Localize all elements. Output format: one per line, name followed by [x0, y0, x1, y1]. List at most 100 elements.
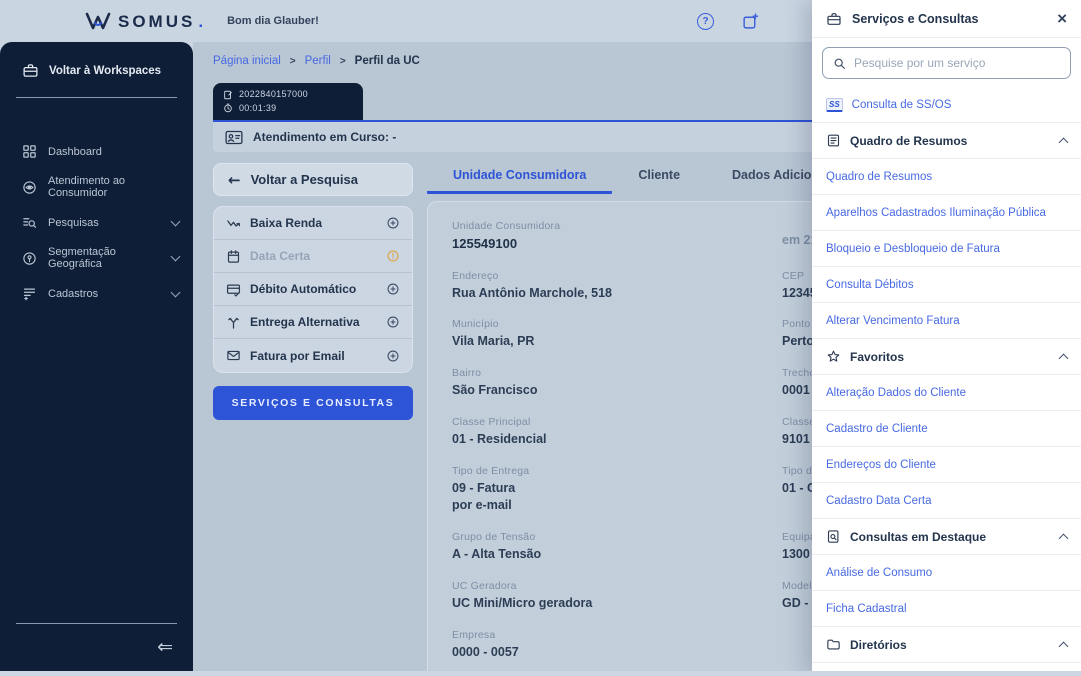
protocol-doc-icon	[223, 90, 233, 100]
new-window-icon[interactable]	[742, 13, 759, 30]
tab-cliente[interactable]: Cliente	[612, 163, 706, 191]
breadcrumb-home[interactable]: Página inicial	[213, 55, 281, 67]
branch-icon	[226, 315, 241, 330]
drawer-link[interactable]: Cadastro Data Certa	[812, 483, 1081, 519]
drawer-link-label: Alterar Vencimento Fatura	[826, 315, 960, 327]
drawer-link[interactable]: Cadastro de Cliente	[812, 411, 1081, 447]
sidebar: Voltar à Workspaces Dashboard Atendiment…	[0, 42, 193, 671]
drawer-link[interactable]: Alterar Vencimento Fatura	[812, 303, 1081, 339]
drawer-link-label: Alteração Dados do Cliente	[826, 387, 966, 399]
protocol-number: 2022840157000	[239, 88, 308, 102]
quick-action-data-certa[interactable]: Data Certa	[214, 240, 412, 273]
field-bairro: Bairro São Francisco	[452, 367, 752, 399]
plus-circle-icon[interactable]	[386, 282, 400, 296]
drawer-section-consultas-destaque[interactable]: Consultas em Destaque	[812, 519, 1081, 555]
drawer-link-label: Quadro de Resumos	[826, 171, 932, 183]
field-value: Rua Antônio Marchole, 518	[452, 285, 752, 302]
field-tipo-entrega: Tipo de Entrega 09 - Fatura por e-mail	[452, 465, 752, 514]
sidebar-item-workspaces[interactable]: Voltar à Workspaces	[0, 42, 193, 95]
sidebar-nav: Dashboard Atendimento ao Consumidor Pesq…	[0, 136, 193, 309]
field-label: Classe Principal	[452, 416, 752, 428]
chevron-up-icon	[1059, 138, 1069, 148]
breadcrumb-separator-icon: >	[290, 56, 296, 67]
drawer-link[interactable]: Análise de Consumo	[812, 555, 1081, 591]
help-circle-icon[interactable]: ?	[697, 13, 714, 30]
drawer-link[interactable]: Consulta Débitos	[812, 267, 1081, 303]
plus-circle-icon[interactable]	[386, 315, 400, 329]
trend-line-icon	[226, 216, 241, 231]
quick-action-debito-automatico[interactable]: Débito Automático	[214, 273, 412, 306]
sidebar-divider	[16, 97, 177, 98]
chevron-down-icon	[171, 216, 181, 226]
field-classe-principal: Classe Principal 01 - Residencial	[452, 416, 752, 448]
field-value: UC Mini/Micro geradora	[452, 595, 752, 612]
briefcase-icon	[826, 11, 842, 27]
quick-action-fatura-email[interactable]: Fatura por Email	[214, 339, 412, 372]
sidebar-item-label: Segmentação Geográfica	[48, 246, 161, 270]
quick-actions-card: Baixa Renda Data Certa	[213, 206, 413, 373]
timer-clock-icon	[223, 103, 233, 113]
field-value: A - Alta Tensão	[452, 546, 752, 563]
registrations-icon	[22, 286, 37, 301]
drawer-link-label: Análise de Consumo	[826, 567, 932, 579]
quick-action-label: Débito Automático	[250, 282, 377, 296]
field-municipio: Município Vila Maria, PR	[452, 318, 752, 350]
sidebar-item-cadastros[interactable]: Cadastros	[0, 278, 193, 309]
sidebar-item-dashboard[interactable]: Dashboard	[0, 136, 193, 167]
drawer-search	[812, 38, 1081, 87]
topbar-actions: ?	[697, 0, 759, 42]
drawer-section-favoritos[interactable]: Favoritos	[812, 339, 1081, 375]
back-to-search-button[interactable]: ← Voltar a Pesquisa	[213, 163, 413, 196]
drawer-title: Serviços e Consultas	[852, 12, 1047, 26]
field-grupo-tensao: Grupo de Tensão A - Alta Tensão	[452, 531, 752, 563]
chevron-down-icon	[171, 287, 181, 297]
sidebar-item-label: Pesquisas	[48, 217, 161, 229]
search-list-icon	[22, 215, 37, 230]
field-label: Tipo de Entrega	[452, 465, 752, 477]
sidebar-item-label: Atendimento ao Consumidor	[48, 175, 179, 199]
protocol-timer: 00:01:39	[239, 102, 276, 116]
field-value: 125549100	[452, 235, 752, 253]
drawer-link[interactable]: Alteração Dados do Cliente	[812, 375, 1081, 411]
search-box[interactable]	[822, 47, 1071, 79]
drawer-section-diretorios[interactable]: Diretórios	[812, 627, 1081, 663]
quick-action-entrega-alternativa[interactable]: Entrega Alternativa	[214, 306, 412, 339]
sidebar-item-segmentacao[interactable]: Segmentação Geográfica	[0, 238, 193, 278]
left-arrow-icon: ←	[228, 171, 241, 189]
drawer-section-quadro-de-resumos[interactable]: Quadro de Resumos	[812, 123, 1081, 159]
warning-circle-icon[interactable]	[386, 249, 400, 263]
plus-circle-icon[interactable]	[386, 216, 400, 230]
protocol-chip[interactable]: 2022840157000 00:01:39	[213, 83, 363, 120]
drawer-link-label: Bloqueio e Desbloqueio de Fatura	[826, 243, 1000, 255]
drawer-link[interactable]: Bloqueio e Desbloqueio de Fatura	[812, 231, 1081, 267]
card-icon	[226, 282, 241, 297]
tab-unidade-consumidora[interactable]: Unidade Consumidora	[427, 163, 612, 194]
services-consultas-button[interactable]: SERVIÇOS E CONSULTAS	[213, 386, 413, 420]
quick-action-baixa-renda[interactable]: Baixa Renda	[214, 207, 412, 240]
drawer-link[interactable]: Aparelhos Cadastrados Iluminação Pública	[812, 195, 1081, 231]
folder-icon	[826, 637, 841, 652]
quick-action-label: Entrega Alternativa	[250, 315, 377, 329]
drawer-link-label: Ficha Cadastral	[826, 603, 907, 615]
field-label: Bairro	[452, 367, 752, 379]
dashboard-grid-icon	[22, 144, 37, 159]
quick-action-label: Fatura por Email	[250, 349, 377, 363]
geo-segmentation-icon	[22, 251, 37, 266]
drawer-link-consulta-ss-os[interactable]: SS Consulta de SS/OS	[812, 87, 1081, 123]
drawer-link[interactable]: Endereços do Cliente	[812, 447, 1081, 483]
service-search-input[interactable]	[854, 56, 1060, 70]
close-icon[interactable]: ×	[1057, 10, 1067, 27]
drawer-link-label: Endereços do Cliente	[826, 459, 936, 471]
drawer-link[interactable]: Quadro de Resumos	[812, 159, 1081, 195]
sidebar-item-pesquisas[interactable]: Pesquisas	[0, 207, 193, 238]
field-empresa: Empresa 0000 - 0057	[452, 629, 752, 661]
calendar-icon	[226, 249, 241, 264]
breadcrumb-perfil[interactable]: Perfil	[305, 55, 331, 67]
app-root: SOMUS . Bom dia Glauber! ? Voltar à Work…	[0, 0, 1081, 676]
drawer-link[interactable]: Ficha Cadastral	[812, 591, 1081, 627]
collapse-sidebar-icon[interactable]: ⇐	[0, 638, 193, 671]
field-label: Município	[452, 318, 752, 330]
sidebar-item-atendimento[interactable]: Atendimento ao Consumidor	[0, 167, 193, 207]
attendance-label: Atendimento em Curso: -	[253, 130, 396, 144]
plus-circle-icon[interactable]	[386, 349, 400, 363]
